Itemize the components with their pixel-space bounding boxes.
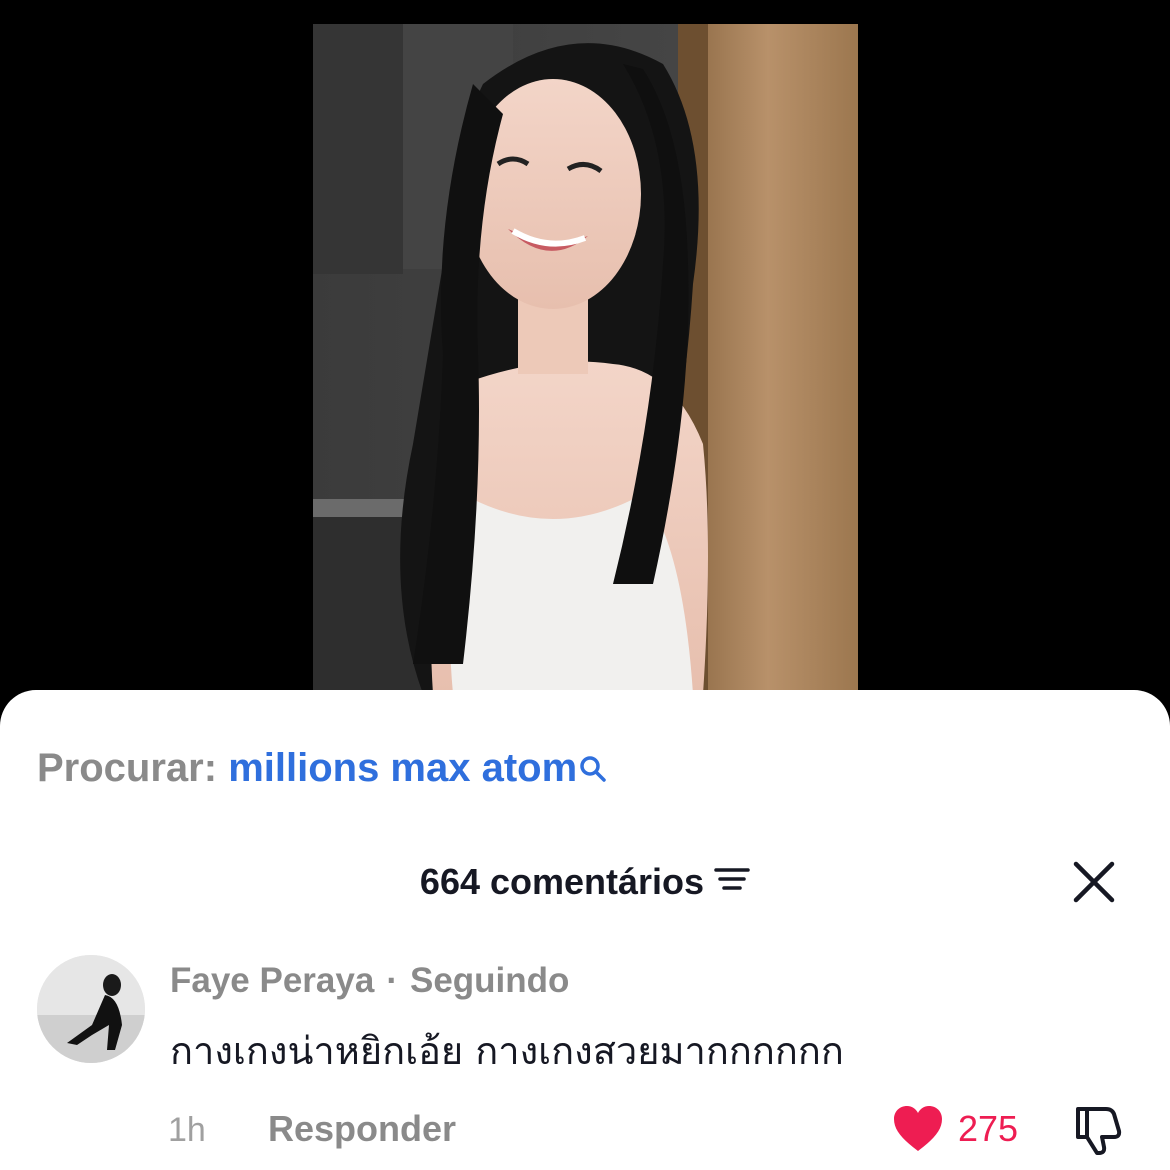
comment-text: กางเกงน่าหยิกเอ้ย กางเกงสวยมากกกกกก: [170, 1029, 844, 1073]
sort-icon[interactable]: [714, 860, 750, 904]
comment-timestamp: 1h: [168, 1111, 206, 1149]
avatar-image: [37, 955, 145, 1063]
video-frame-illustration: [313, 24, 858, 694]
like-count: 275: [958, 1108, 1019, 1149]
reply-button[interactable]: Responder: [268, 1108, 456, 1150]
avatar[interactable]: [37, 955, 145, 1063]
comment-count-label: 664 comentários: [419, 861, 705, 902]
meta-separator: ·: [386, 961, 398, 1000]
search-prefix: Procurar:: [37, 746, 218, 790]
close-comments-button[interactable]: [1070, 858, 1118, 906]
thumbs-down-icon[interactable]: [1072, 1103, 1126, 1160]
comment-author-name[interactable]: Faye Peraya: [170, 961, 374, 1000]
comment-meta: Faye Peraya · Seguindo: [170, 960, 569, 1002]
comment-count-header: 664 comentários: [0, 860, 1170, 904]
search-suggestion[interactable]: Procurar: millions max atom: [37, 745, 607, 793]
search-icon[interactable]: [579, 747, 607, 793]
following-status: Seguindo: [409, 961, 570, 1000]
close-icon: [1073, 861, 1115, 903]
video-player[interactable]: [313, 24, 858, 694]
search-term-link[interactable]: millions max atom: [228, 746, 577, 790]
heart-icon[interactable]: [892, 1105, 944, 1158]
